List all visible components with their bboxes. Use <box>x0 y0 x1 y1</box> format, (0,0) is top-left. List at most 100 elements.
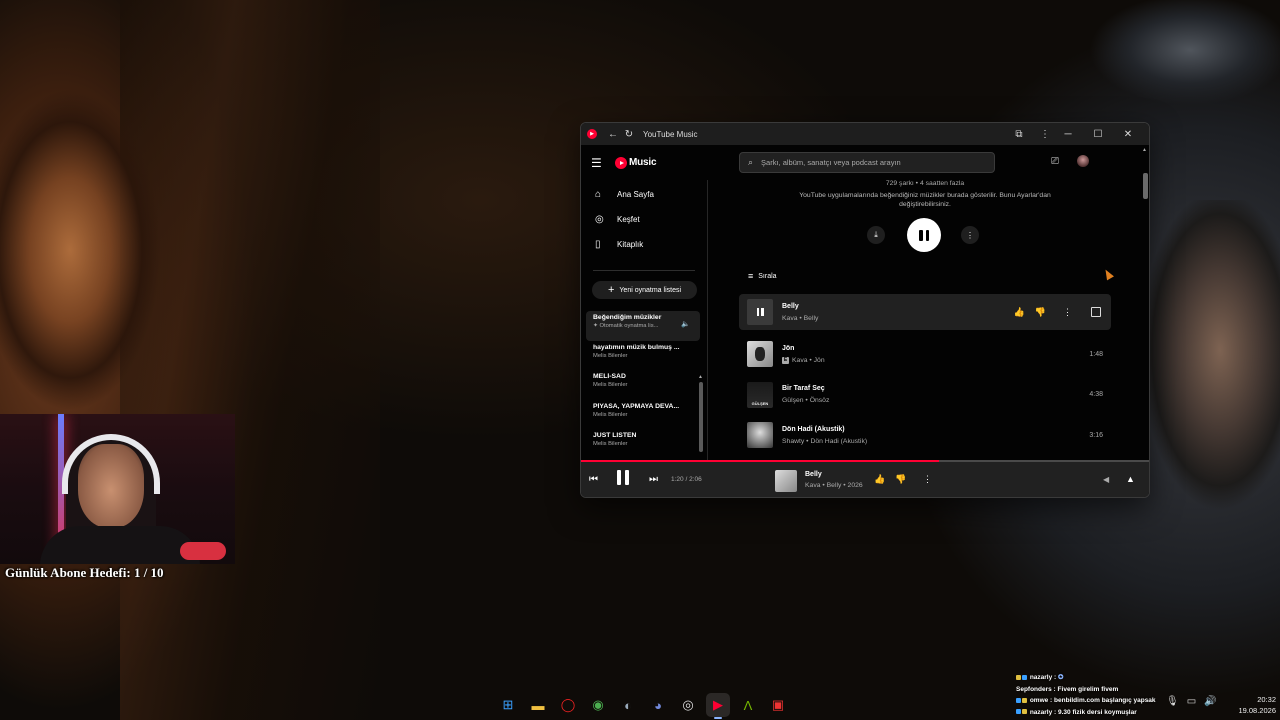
streamer-body <box>40 526 200 564</box>
download-icon: ⤓ <box>874 230 878 239</box>
table-row[interactable]: Belly Kava • Belly 👍 👎 ⋮ <box>739 294 1111 330</box>
table-row[interactable]: Jön E Kava • Jön 1:48 <box>739 334 1111 375</box>
playlist-subtitle: Melis Bilenler <box>593 441 628 447</box>
progress-bar[interactable] <box>581 460 1149 462</box>
explore-icon: ◎ <box>595 214 604 225</box>
logo-text: Music <box>629 157 657 168</box>
track-thumbnail[interactable] <box>747 299 773 325</box>
playlist-subtitle: Melis Bilenler <box>593 382 628 388</box>
back-arrow-icon[interactable]: ← <box>605 129 621 140</box>
nvidia-icon[interactable]: Λ <box>736 693 760 717</box>
more-vert-icon[interactable]: ⋮ <box>1037 129 1053 140</box>
maximize-button[interactable]: ☐ <box>1083 129 1113 140</box>
sort-button[interactable]: ≡ Sırala <box>748 271 777 281</box>
now-playing-title[interactable]: Belly <box>805 471 822 478</box>
thumb-down-icon[interactable]: 👎 <box>1030 307 1051 318</box>
main-scrollbar[interactable] <box>1143 173 1148 199</box>
track-duration: 1:48 <box>1089 350 1103 358</box>
app-icon: ▶ <box>587 129 597 139</box>
windows-start-icon[interactable]: ⊞ <box>496 693 520 717</box>
sidebar-scrollbar[interactable] <box>699 382 703 452</box>
microphone-icon[interactable]: 🎙 <box>1166 696 1179 707</box>
menu-icon[interactable]: ☰ <box>591 156 609 170</box>
pause-button[interactable] <box>617 470 629 485</box>
track-thumbnail[interactable] <box>747 381 773 408</box>
sidebar-item-home[interactable]: ⌂ Ana Sayfa <box>581 182 707 207</box>
volume-icon[interactable]: 🔊 <box>1204 696 1216 707</box>
now-playing-thumbnail[interactable] <box>775 470 797 492</box>
playlist-item[interactable]: hayatımın müzik bulmuş ... Melis Bilenle… <box>581 341 707 371</box>
close-button[interactable]: ✕ <box>1113 129 1143 140</box>
table-row[interactable]: Dön Hadi (Akustik) Shawty • Dön Hadi (Ak… <box>739 415 1111 456</box>
track-title[interactable]: Bir Taraf Seç <box>782 385 1081 392</box>
titlebar: ▶ ← ↻ YouTube Music ⧉ ⋮ ─ ☐ ✕ <box>581 123 1149 145</box>
track-subtitle: E Kava • Jön <box>782 356 1081 364</box>
emote-icon: ✪ <box>1058 674 1064 681</box>
chrome-icon[interactable]: ◉ <box>586 693 610 717</box>
thumb-up-icon[interactable]: 👍 <box>874 474 885 485</box>
new-playlist-button[interactable]: + Yeni oynatma listesi <box>592 281 697 299</box>
app-icon[interactable]: ▣ <box>766 693 790 717</box>
sidebar-item-explore[interactable]: ◎ Keşfet <box>581 207 707 232</box>
playlist-item[interactable]: Beğendiğim müzikler ✦ Otomatik oynatma l… <box>586 311 700 341</box>
track-subtitle[interactable]: Kava • Belly <box>782 315 1009 322</box>
scroll-up-icon[interactable]: ▲ <box>698 374 703 380</box>
file-explorer-icon[interactable]: ▬ <box>526 693 550 717</box>
collapse-left-icon[interactable]: ◀ <box>1103 475 1109 484</box>
scroll-up-icon[interactable]: ▲ <box>1142 147 1147 153</box>
avatar[interactable] <box>1077 155 1089 167</box>
now-playing-subtitle[interactable]: Kava • Belly • 2026 <box>805 482 863 489</box>
track-title[interactable]: Jön <box>782 345 1081 352</box>
track-subtitle[interactable]: Shawty • Dön Hadi (Akustik) <box>782 438 1081 445</box>
playlist-list: Beğendiğim müzikler ✦ Otomatik oynatma l… <box>581 311 707 459</box>
chat-user: nazarly : <box>1029 674 1057 681</box>
track-subtitle[interactable]: Gülşen • Önsöz <box>782 397 1081 404</box>
track-title[interactable]: Belly <box>782 303 1009 310</box>
previous-icon[interactable]: ⏮ <box>589 474 598 485</box>
cast-icon[interactable]: ⎚ <box>1051 156 1059 167</box>
track-thumbnail[interactable] <box>747 422 773 449</box>
pause-button[interactable] <box>907 218 941 252</box>
minimize-button[interactable]: ─ <box>1053 129 1083 140</box>
opera-icon[interactable]: ◯ <box>556 693 580 717</box>
track-list: Belly Kava • Belly 👍 👎 ⋮ Jön E Kava • Jön… <box>739 294 1111 456</box>
home-icon: ⌂ <box>595 189 602 200</box>
thumb-up-icon[interactable]: 👍 <box>1009 307 1030 318</box>
sort-icon: ≡ <box>748 271 754 281</box>
table-row[interactable]: Bir Taraf Seç Gülşen • Önsöz 4:38 <box>739 375 1111 416</box>
sidebar-item-library[interactable]: ▯ Kitaplık <box>581 232 707 257</box>
obs-icon[interactable]: ◎ <box>676 693 700 717</box>
search-input[interactable]: ⌕ Şarkı, albüm, sanatçı veya podcast ara… <box>739 152 995 173</box>
steam-icon[interactable]: ◐ <box>616 693 640 717</box>
track-duration: 4:38 <box>1089 391 1103 399</box>
more-vert-icon[interactable]: ⋮ <box>923 474 932 485</box>
thumb-down-icon[interactable]: 👎 <box>895 474 906 485</box>
playlist-item[interactable]: PİYASA, YAPMAYA DEVA... Melis Bilenler <box>581 400 707 430</box>
logo[interactable]: Music <box>615 156 657 169</box>
playlist-item[interactable]: MELİ-SAD Melis Bilenler <box>581 370 707 400</box>
network-icon[interactable]: ▭ <box>1187 696 1196 707</box>
track-thumbnail[interactable] <box>747 341 773 368</box>
expand-up-icon[interactable]: ▲ <box>1126 474 1135 484</box>
sort-label: Sırala <box>758 272 777 280</box>
taskbar: ⊞ ▬ ◯ ◉ ◐ ◕ ◎ ▶ Λ ▣ 🎙 ▭ 🔊 20:32 19.08.20… <box>0 690 1280 720</box>
next-icon[interactable]: ⏭ <box>649 474 658 485</box>
clock[interactable]: 20:32 19.08.2026 <box>1222 694 1276 716</box>
select-checkbox[interactable] <box>1091 307 1101 317</box>
reload-icon[interactable]: ↻ <box>621 129 637 140</box>
track-subtitle-text[interactable]: Kava • Jön <box>792 357 825 364</box>
youtube-music-taskbar-icon[interactable]: ▶ <box>706 693 730 719</box>
more-vert-icon: ⋮ <box>966 230 974 240</box>
track-duration: 3:16 <box>1089 431 1103 439</box>
more-vert-icon[interactable]: ⋮ <box>1057 307 1078 318</box>
more-button[interactable]: ⋮ <box>961 226 979 244</box>
extensions-icon[interactable]: ⧉ <box>1011 129 1027 140</box>
track-title[interactable]: Dön Hadi (Akustik) <box>782 426 1081 433</box>
playlist-description: YouTube uygulamalarında beğendiğiniz müz… <box>799 192 1051 208</box>
track-info: Dön Hadi (Akustik) Shawty • Dön Hadi (Ak… <box>782 426 1081 445</box>
webcam-overlay <box>0 414 235 564</box>
download-button[interactable]: ⤓ <box>867 226 885 244</box>
playlist-item[interactable]: JUST LISTEN Melis Bilenler <box>581 429 707 459</box>
wallpaper-face-right <box>1140 200 1280 520</box>
discord-icon[interactable]: ◕ <box>646 693 670 717</box>
